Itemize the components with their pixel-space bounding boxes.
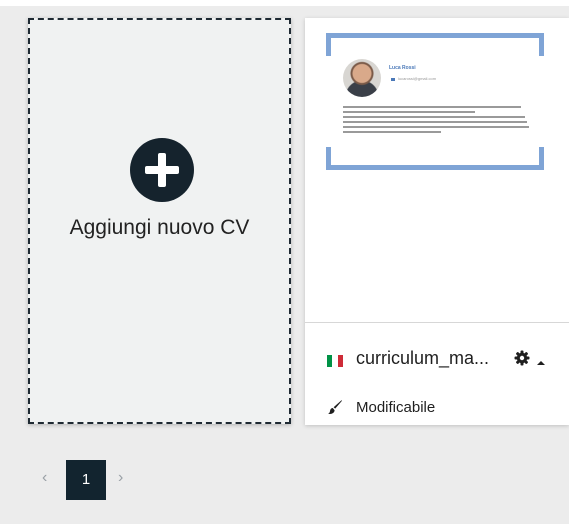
cv-card: Luca Rossi lucarossi@gmail.com curriculu… — [305, 18, 569, 425]
pagination-next-button[interactable]: › — [118, 469, 123, 487]
preview-text-line — [343, 106, 521, 108]
cv-filename[interactable]: curriculum_ma... — [356, 348, 489, 369]
preview-text-line — [343, 116, 525, 118]
preview-name: Luca Rossi — [389, 65, 416, 71]
add-new-cv-label: Aggiungi nuovo CV — [69, 216, 250, 239]
preview-email-icon — [391, 78, 395, 81]
cv-status-label: Modificabile — [356, 399, 436, 416]
preview-frame-bottom — [326, 165, 544, 170]
add-new-cv-card[interactable]: Aggiungi nuovo CV — [28, 18, 291, 424]
paintbrush-icon — [327, 399, 343, 415]
preview-text-line — [343, 131, 441, 133]
cv-preview-thumbnail[interactable]: Luca Rossi lucarossi@gmail.com — [305, 18, 569, 320]
flag-stripe-red — [338, 355, 343, 367]
cv-card-footer: curriculum_ma... Modificabile — [305, 322, 569, 425]
preview-avatar — [343, 59, 381, 97]
gear-icon[interactable] — [514, 350, 530, 366]
italian-flag-icon — [327, 355, 343, 367]
pagination-prev-button[interactable]: ‹ — [42, 469, 47, 487]
preview-text-line — [343, 111, 475, 113]
preview-email: lucarossi@gmail.com — [398, 76, 437, 81]
top-band — [0, 0, 569, 6]
plus-circle-icon[interactable] — [130, 138, 194, 202]
preview-text-line — [343, 126, 529, 128]
preview-frame-top — [326, 33, 544, 38]
preview-frame-corner — [326, 33, 345, 56]
preview-frame-corner — [326, 147, 345, 170]
preview-frame-corner — [525, 33, 544, 56]
preview-text-line — [343, 121, 527, 123]
preview-frame-corner — [525, 147, 544, 170]
caret-up-icon[interactable] — [536, 354, 546, 365]
pagination-page-1[interactable]: 1 — [66, 460, 106, 500]
